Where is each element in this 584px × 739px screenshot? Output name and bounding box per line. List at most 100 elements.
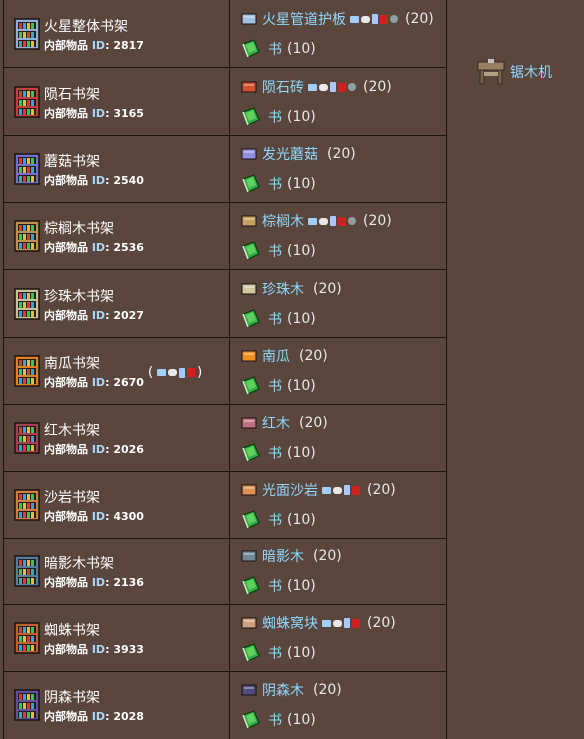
item-name-cell[interactable]: 沙岩书架 内部物品 ID: 4300 — [4, 471, 229, 538]
material-name[interactable]: 棕榈木 — [262, 211, 304, 231]
book-name[interactable]: 书 — [268, 376, 282, 396]
item-name-cell[interactable]: 红木书架 内部物品 ID: 2026 — [4, 404, 229, 471]
item-id-colon: : — [105, 174, 110, 187]
ingredient-book[interactable]: 书 (10) — [240, 709, 316, 731]
ingredient-book[interactable]: 书 (10) — [240, 375, 316, 397]
item-name-cell[interactable]: 暗影木书架 内部物品 ID: 2136 — [4, 537, 229, 604]
book-name[interactable]: 书 — [268, 241, 282, 261]
material-name[interactable]: 陨石砖 — [262, 77, 304, 97]
item-id: 内部物品 ID: 3933 — [44, 641, 144, 657]
book-qty: (10) — [287, 512, 316, 528]
ingredient-book[interactable]: 书 (10) — [240, 442, 316, 464]
ingredient-book[interactable]: 书 (10) — [240, 173, 316, 195]
item-name-cell[interactable]: 棕榈木书架 内部物品 ID: 2536 — [4, 202, 229, 269]
item-name-cell[interactable]: 火星整体书架 内部物品 ID: 2817 — [4, 0, 229, 67]
material-name[interactable]: 阴森木 — [262, 680, 304, 700]
ingredient-book[interactable]: 书 (10) — [240, 38, 316, 60]
material-platforms — [308, 216, 358, 226]
ingredient-material[interactable]: 阴森木 (20) — [240, 679, 342, 701]
ingredient-book[interactable]: 书 (10) — [240, 575, 316, 597]
book-name[interactable]: 书 — [268, 510, 282, 530]
item-icon-wrap — [14, 152, 40, 185]
item-name[interactable]: 珍珠木书架 — [44, 286, 114, 306]
item-name[interactable]: 陨石书架 — [44, 84, 100, 104]
material-name[interactable]: 发光蘑菇 — [262, 144, 318, 164]
ingredient-material[interactable]: 暗影木 (20) — [240, 545, 342, 567]
ingredient-material[interactable]: 棕榈木 (20) — [240, 210, 392, 232]
item-name[interactable]: 阴森书架 — [44, 687, 100, 707]
book-name[interactable]: 书 — [268, 643, 282, 663]
item-id-prefix: 内部物品 — [44, 241, 92, 254]
item-name[interactable]: 蘑菇书架 — [44, 151, 100, 171]
item-id: 内部物品 ID: 2136 — [44, 574, 144, 590]
item-name-cell[interactable]: 珍珠木书架 内部物品 ID: 2027 — [4, 270, 229, 337]
mobile-platform-icon — [344, 618, 350, 628]
book-name[interactable]: 书 — [268, 710, 282, 730]
spooky-wood-icon — [241, 684, 257, 696]
item-name[interactable]: 暗影木书架 — [44, 553, 114, 573]
book-name[interactable]: 书 — [268, 39, 282, 59]
book-name[interactable]: 书 — [268, 443, 282, 463]
material-name[interactable]: 火星管道护板 — [262, 9, 346, 29]
material-platforms — [322, 485, 362, 495]
ingredient-material[interactable]: 光面沙岩 (20) — [240, 479, 396, 501]
item-name-cell[interactable]: 南瓜书架 内部物品 ID: 2670 () — [4, 337, 229, 404]
ingredient-book[interactable]: 书 (10) — [240, 240, 316, 262]
ingredient-book[interactable]: 书 (10) — [240, 642, 316, 664]
crafting-station[interactable]: 锯木机 — [476, 58, 552, 86]
book-icon — [242, 309, 260, 328]
material-qty: (20) — [299, 415, 328, 431]
item-name-cell[interactable]: 蜘蛛书架 内部物品 ID: 3933 — [4, 604, 229, 671]
material-name[interactable]: 蜘蛛窝块 — [262, 613, 318, 633]
book-icon — [242, 510, 260, 529]
item-name[interactable]: 沙岩书架 — [44, 487, 100, 507]
item-name[interactable]: 蜘蛛书架 — [44, 620, 100, 640]
item-name[interactable]: 南瓜书架 — [44, 353, 100, 373]
material-qty: (20) — [367, 615, 396, 631]
material-name[interactable]: 光面沙岩 — [262, 480, 318, 500]
item-name-cell[interactable]: 陨石书架 内部物品 ID: 3165 — [4, 68, 229, 135]
item-icon-wrap — [14, 287, 40, 320]
item-name-cell[interactable]: 蘑菇书架 内部物品 ID: 2540 — [4, 135, 229, 202]
ingredient-material[interactable]: 发光蘑菇 (20) — [240, 143, 356, 165]
ingredient-book[interactable]: 书 (10) — [240, 308, 316, 330]
item-name[interactable]: 火星整体书架 — [44, 16, 128, 36]
ingredient-material[interactable]: 陨石砖 (20) — [240, 76, 392, 98]
pumpkin-bookcase-icon — [14, 354, 40, 387]
item-id-key: ID — [91, 376, 106, 389]
book-name[interactable]: 书 — [268, 107, 282, 127]
book-name[interactable]: 书 — [268, 576, 282, 596]
material-name[interactable]: 珍珠木 — [262, 279, 304, 299]
item-id-prefix: 内部物品 — [44, 309, 92, 322]
3ds-platform-icon — [338, 82, 346, 92]
material-qty: (20) — [405, 11, 434, 27]
material-name[interactable]: 暗影木 — [262, 546, 304, 566]
item-icon-wrap — [14, 354, 40, 387]
ingredients-cell: 发光蘑菇 (20) 书 (10) — [230, 135, 446, 202]
item-id-value: 4300 — [113, 510, 144, 523]
material-name[interactable]: 南瓜 — [262, 346, 290, 366]
book-name[interactable]: 书 — [268, 309, 282, 329]
ingredient-material[interactable]: 红木 (20) — [240, 412, 328, 434]
ingredient-material[interactable]: 蜘蛛窝块 (20) — [240, 612, 396, 634]
ingredient-book[interactable]: 书 (10) — [240, 106, 316, 128]
rich-mahogany-icon — [241, 417, 257, 429]
book-icon — [242, 710, 260, 729]
item-name[interactable]: 棕榈木书架 — [44, 218, 114, 238]
item-id-value: 2028 — [113, 710, 144, 723]
console-platform-icon — [333, 486, 342, 494]
item-name-cell[interactable]: 阴森书架 内部物品 ID: 2028 — [4, 671, 229, 738]
ingredient-book[interactable]: 书 (10) — [240, 509, 316, 531]
book-name[interactable]: 书 — [268, 174, 282, 194]
ingredients-cell: 蜘蛛窝块 (20) 书 (10) — [230, 604, 446, 671]
ingredient-material[interactable]: 珍珠木 (20) — [240, 278, 342, 300]
material-name[interactable]: 红木 — [262, 413, 290, 433]
old-gen-platform-icon — [348, 83, 356, 91]
item-id-colon: : — [105, 576, 110, 589]
item-name[interactable]: 红木书架 — [44, 420, 100, 440]
ingredient-material[interactable]: 南瓜 (20) — [240, 345, 328, 367]
item-id: 内部物品 ID: 2026 — [44, 441, 144, 457]
ingredients-cell: 光面沙岩 (20) 书 (10) — [230, 471, 446, 538]
ingredient-material[interactable]: 火星管道护板 (20) — [240, 8, 434, 30]
item-id-colon: : — [105, 443, 110, 456]
